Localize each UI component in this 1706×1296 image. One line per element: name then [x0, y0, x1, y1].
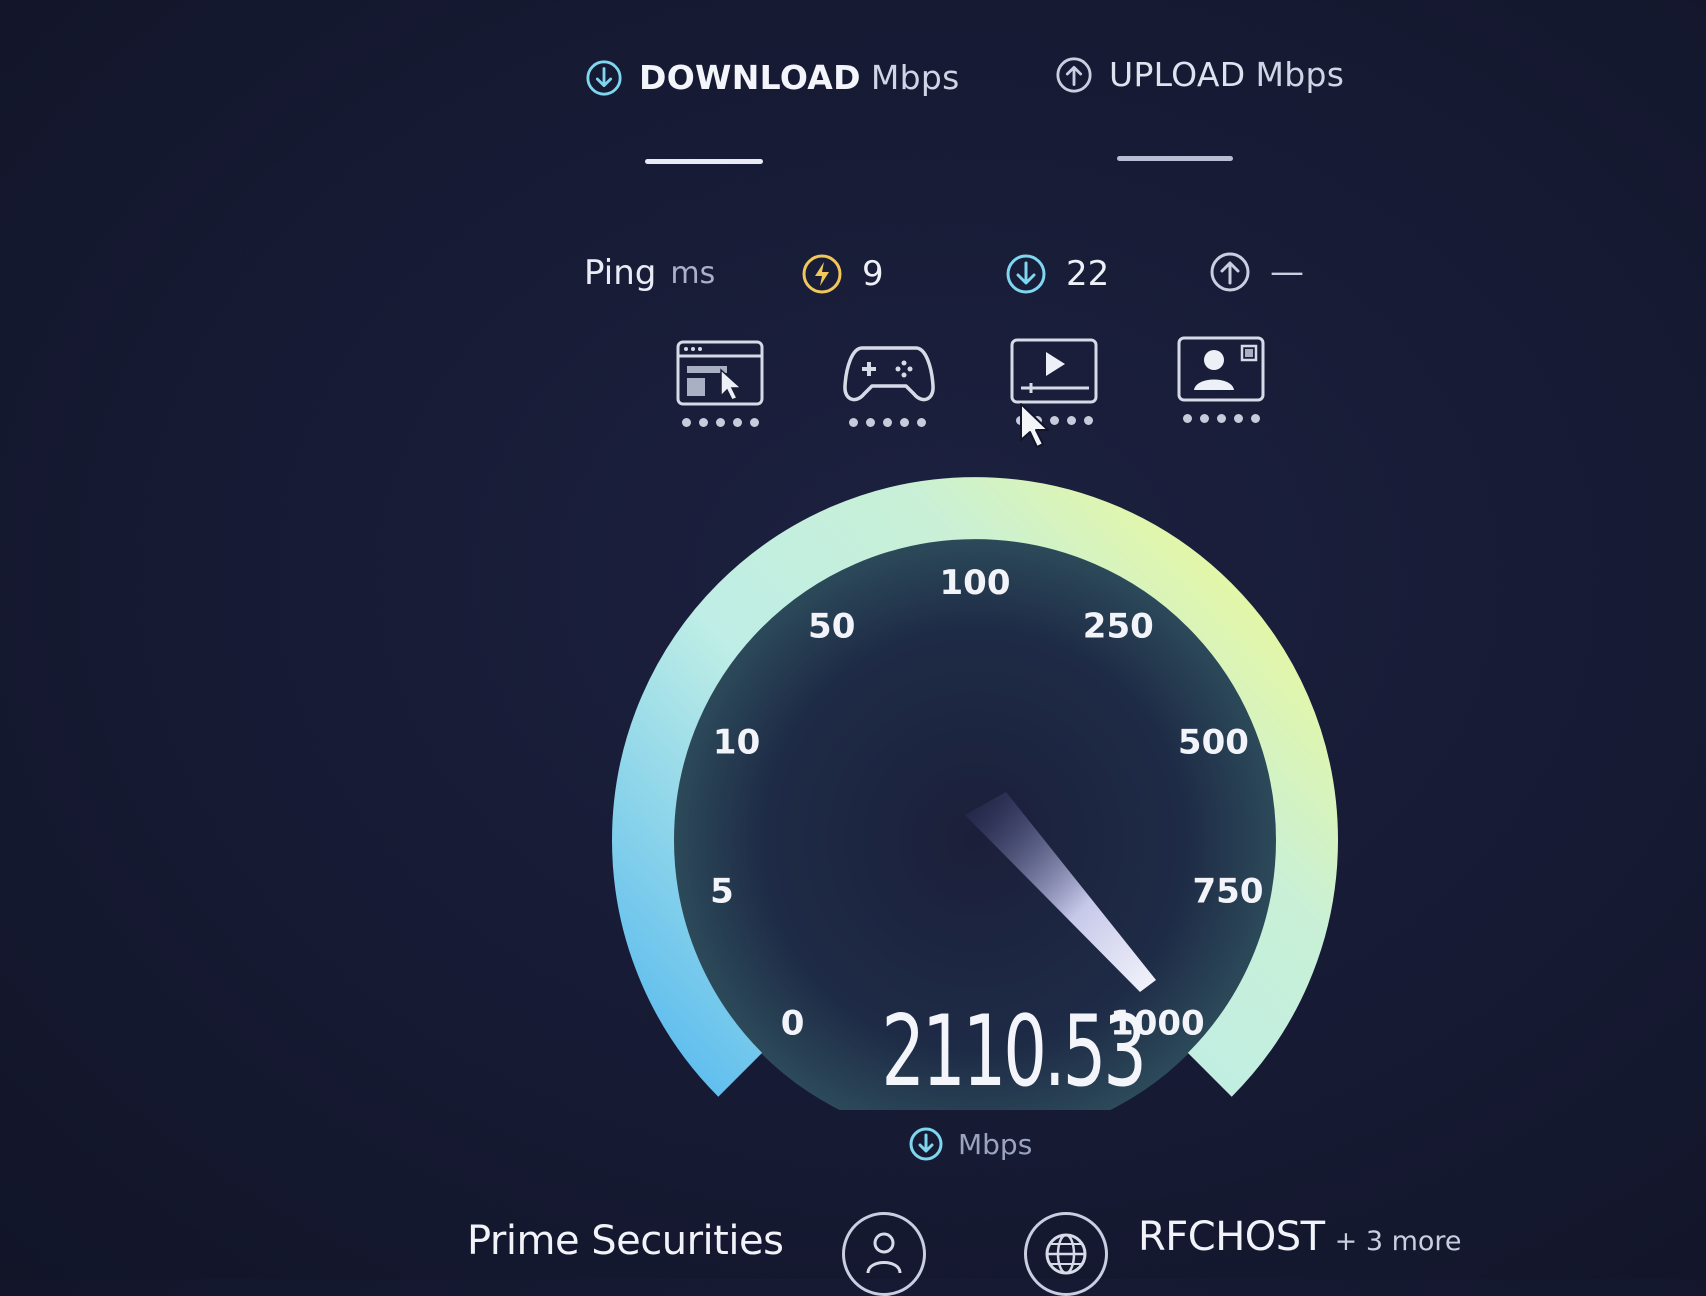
provider-name: Prime Securities [467, 1218, 784, 1264]
ping-label-group: Ping ms [584, 253, 715, 293]
gaming-icon [843, 346, 935, 402]
tab-upload[interactable]: UPLOAD Mbps [1055, 55, 1344, 94]
download-circle-icon [586, 59, 622, 96]
idle-ping-icon [802, 254, 842, 294]
ping-unit: ms [670, 255, 716, 291]
activity-video-call[interactable] [1176, 334, 1266, 423]
ping-label: Ping [584, 253, 657, 293]
tab-upload-indicator [1117, 156, 1233, 161]
tab-upload-label: UPLOAD [1109, 55, 1246, 94]
video-call-icon [1177, 336, 1265, 402]
speed-value: 2110.53 [881, 995, 1147, 1109]
globe-icon [1045, 1233, 1087, 1275]
download-small-icon [909, 1127, 943, 1161]
gauge-tick-label: 0 [781, 1003, 805, 1043]
web-browsing-icon [676, 340, 764, 406]
ping-download-value: 22 [1066, 254, 1110, 294]
change-provider-button[interactable] [842, 1212, 926, 1296]
gauge-tick-label: 5 [710, 871, 734, 911]
speed-unit-line: Mbps [908, 1126, 1032, 1162]
server-info[interactable]: RFCHOST + 3 more [1138, 1214, 1462, 1260]
user-icon [866, 1232, 902, 1274]
ping-download: 22 [1004, 252, 1109, 296]
gauge-tick-label: 10 [713, 722, 760, 762]
video-streaming-icon [1010, 338, 1098, 404]
gauge-tick-label: 500 [1178, 722, 1249, 762]
tab-upload-unit: Mbps [1255, 55, 1345, 94]
ping-upload-value: — [1270, 252, 1304, 292]
upload-ping-icon [1210, 252, 1250, 292]
gauge-tick-label: 100 [940, 563, 1011, 603]
video-call-rating [1176, 414, 1266, 423]
gaming-rating [842, 418, 932, 427]
web-browsing-rating [675, 418, 765, 427]
speed-unit: Mbps [958, 1127, 1033, 1161]
activity-gaming[interactable] [842, 338, 935, 427]
ping-idle-value: 9 [862, 254, 884, 294]
tab-download-indicator [645, 159, 763, 164]
gauge-tick-label: 250 [1083, 607, 1154, 647]
tab-download-label: DOWNLOAD [639, 58, 861, 97]
gauge-tick-label: 750 [1193, 871, 1264, 911]
server-more-link[interactable]: + 3 more [1335, 1226, 1462, 1257]
gauge-tick-label: 50 [808, 607, 855, 647]
tab-download-unit: Mbps [870, 58, 960, 97]
upload-circle-icon [1056, 56, 1092, 93]
ping-upload: — [1208, 250, 1304, 294]
activity-web-browsing[interactable] [675, 338, 765, 427]
download-ping-icon [1006, 254, 1046, 294]
mouse-cursor-icon [1020, 403, 1049, 448]
tab-download[interactable]: DOWNLOAD Mbps [585, 58, 960, 97]
server-host: RFCHOST [1138, 1214, 1325, 1260]
ping-idle: 9 [800, 252, 884, 296]
change-server-button[interactable] [1024, 1212, 1108, 1296]
